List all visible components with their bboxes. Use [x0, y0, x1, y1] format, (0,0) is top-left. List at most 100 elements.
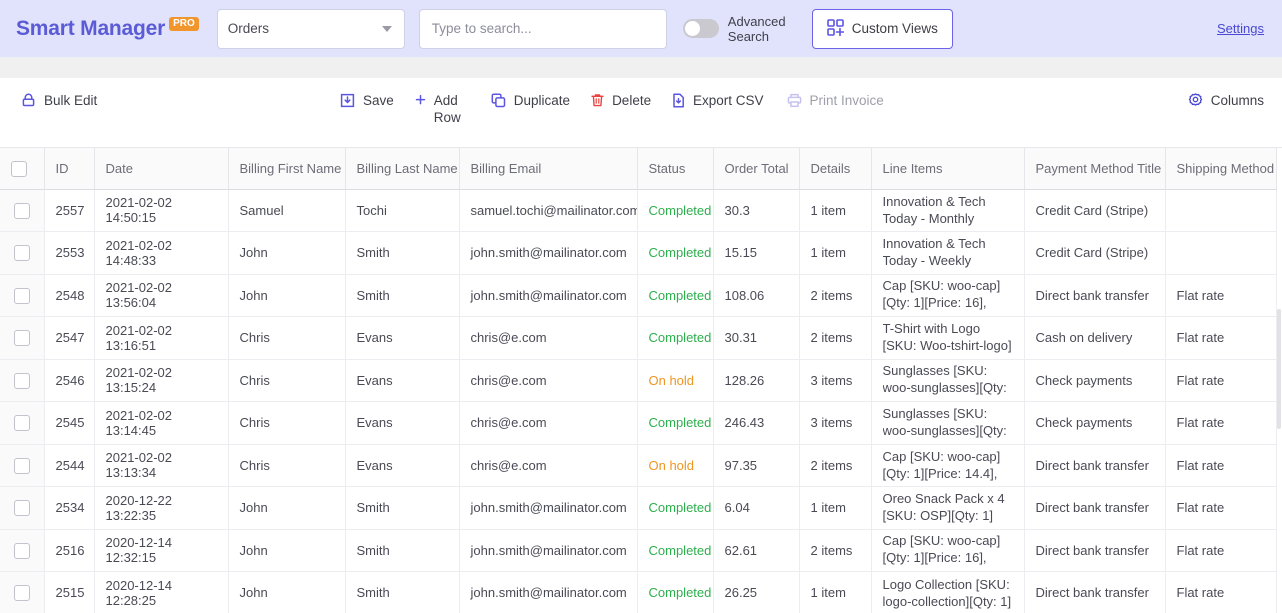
duplicate-button[interactable]: Duplicate: [490, 92, 570, 113]
cell-last-name[interactable]: Evans: [345, 316, 460, 360]
cell-line-items[interactable]: T-Shirt with Logo [SKU: Woo-tshirt-logo]…: [871, 316, 1025, 360]
column-header-details[interactable]: Details: [799, 148, 872, 190]
table-row[interactable]: 2544 2021-02-02 13:13:34 Chris Evans chris@e…: [0, 444, 1277, 487]
row-checkbox[interactable]: [13, 202, 30, 219]
delete-button[interactable]: Delete: [590, 92, 651, 113]
cell-id[interactable]: 2544: [44, 444, 95, 487]
cell-shipping-method[interactable]: Flat rate: [1165, 571, 1277, 613]
cell-id[interactable]: 2545: [44, 401, 95, 445]
cell-email[interactable]: john.smith@mailinator.com: [459, 529, 638, 572]
column-header-date[interactable]: Date: [94, 148, 229, 190]
cell-shipping-method[interactable]: Flat rate: [1165, 529, 1277, 572]
table-row[interactable]: 2534 2020-12-22 13:22:35 John Smith john.smi…: [0, 486, 1277, 530]
cell-first-name[interactable]: Samuel: [228, 189, 346, 232]
column-header-status[interactable]: Status: [637, 148, 714, 190]
cell-details[interactable]: 1 item: [799, 486, 872, 530]
column-header-order-total[interactable]: Order Total: [713, 148, 800, 190]
cell-status[interactable]: Completed: [637, 529, 714, 572]
cell-details[interactable]: 3 items: [799, 359, 872, 402]
cell-date[interactable]: 2020-12-22 13:22:35: [94, 486, 229, 530]
cell-date[interactable]: 2021-02-02 13:15:24: [94, 359, 229, 402]
table-row[interactable]: 2557 2021-02-02 14:50:15 Samuel Tochi samuel…: [0, 189, 1277, 232]
cell-shipping-method[interactable]: [1165, 231, 1277, 275]
cell-first-name[interactable]: Chris: [228, 444, 346, 487]
cell-last-name[interactable]: Smith: [345, 529, 460, 572]
cell-last-name[interactable]: Tochi: [345, 189, 460, 232]
row-select-cell[interactable]: [0, 359, 45, 402]
cell-order-total[interactable]: 30.31: [713, 316, 800, 360]
bulk-edit-button[interactable]: Bulk Edit: [20, 92, 97, 113]
columns-button[interactable]: Columns: [1187, 92, 1264, 113]
cell-status[interactable]: Completed: [637, 316, 714, 360]
column-header-id[interactable]: ID: [44, 148, 95, 190]
row-select-cell[interactable]: [0, 231, 45, 275]
cell-status[interactable]: Completed: [637, 401, 714, 445]
cell-order-total[interactable]: 97.35: [713, 444, 800, 487]
row-checkbox[interactable]: [13, 542, 30, 559]
cell-first-name[interactable]: John: [228, 486, 346, 530]
cell-order-total[interactable]: 108.06: [713, 274, 800, 317]
cell-shipping-method[interactable]: Flat rate: [1165, 359, 1277, 402]
cell-date[interactable]: 2021-02-02 13:56:04: [94, 274, 229, 317]
row-select-cell[interactable]: [0, 316, 45, 360]
cell-payment-method[interactable]: Check payments: [1024, 401, 1166, 445]
cell-email[interactable]: john.smith@mailinator.com: [459, 486, 638, 530]
cell-payment-method[interactable]: Credit Card (Stripe): [1024, 189, 1166, 232]
cell-id[interactable]: 2547: [44, 316, 95, 360]
cell-shipping-method[interactable]: Flat rate: [1165, 274, 1277, 317]
cell-line-items[interactable]: Cap [SKU: woo-cap][Qty: 1][Price: 14.4],: [871, 444, 1025, 487]
cell-first-name[interactable]: Chris: [228, 401, 346, 445]
cell-id[interactable]: 2548: [44, 274, 95, 317]
cell-last-name[interactable]: Smith: [345, 274, 460, 317]
cell-order-total[interactable]: 62.61: [713, 529, 800, 572]
cell-email[interactable]: chris@e.com: [459, 316, 638, 360]
table-row[interactable]: 2547 2021-02-02 13:16:51 Chris Evans chris@e…: [0, 316, 1277, 360]
cell-id[interactable]: 2553: [44, 231, 95, 275]
settings-link[interactable]: Settings: [1217, 21, 1264, 36]
cell-id[interactable]: 2557: [44, 189, 95, 232]
cell-first-name[interactable]: John: [228, 274, 346, 317]
cell-id[interactable]: 2515: [44, 571, 95, 613]
cell-details[interactable]: 3 items: [799, 401, 872, 445]
row-select-cell[interactable]: [0, 444, 45, 487]
cell-status[interactable]: Completed: [637, 486, 714, 530]
cell-first-name[interactable]: Chris: [228, 316, 346, 360]
cell-date[interactable]: 2021-02-02 13:13:34: [94, 444, 229, 487]
cell-id[interactable]: 2546: [44, 359, 95, 402]
cell-id[interactable]: 2516: [44, 529, 95, 572]
cell-line-items[interactable]: Innovation & Tech Today - Monthly: [871, 189, 1025, 232]
cell-email[interactable]: samuel.tochi@mailinator.com: [459, 189, 638, 232]
cell-last-name[interactable]: Evans: [345, 359, 460, 402]
cell-last-name[interactable]: Smith: [345, 231, 460, 275]
cell-line-items[interactable]: Cap [SKU: woo-cap][Qty: 1][Price: 16], S…: [871, 529, 1025, 572]
toggle-track[interactable]: [682, 19, 719, 38]
cell-last-name[interactable]: Smith: [345, 571, 460, 613]
row-checkbox[interactable]: [13, 415, 30, 432]
cell-payment-method[interactable]: Direct bank transfer: [1024, 571, 1166, 613]
cell-date[interactable]: 2021-02-02 13:14:45: [94, 401, 229, 445]
cell-date[interactable]: 2020-12-14 12:28:25: [94, 571, 229, 613]
column-header-payment[interactable]: Payment Method Title: [1024, 148, 1166, 190]
cell-date[interactable]: 2020-12-14 12:32:15: [94, 529, 229, 572]
cell-email[interactable]: john.smith@mailinator.com: [459, 571, 638, 613]
cell-shipping-method[interactable]: [1165, 189, 1277, 232]
search-input[interactable]: [418, 8, 667, 49]
cell-date[interactable]: 2021-02-02 14:50:15: [94, 189, 229, 232]
cell-status[interactable]: Completed: [637, 274, 714, 317]
cell-line-items[interactable]: Sunglasses [SKU: woo-sunglasses][Qty: 3]…: [871, 401, 1025, 445]
column-header-email[interactable]: Billing Email: [459, 148, 638, 190]
cell-payment-method[interactable]: Direct bank transfer: [1024, 529, 1166, 572]
row-select-cell[interactable]: [0, 274, 45, 317]
export-csv-button[interactable]: Export CSV: [671, 92, 764, 113]
row-checkbox[interactable]: [13, 457, 30, 474]
table-row[interactable]: 2553 2021-02-02 14:48:33 John Smith john.smi…: [0, 231, 1277, 275]
cell-payment-method[interactable]: Direct bank transfer: [1024, 274, 1166, 317]
column-header-shipping[interactable]: Shipping Method: [1165, 148, 1277, 190]
cell-line-items[interactable]: Cap [SKU: woo-cap][Qty: 1][Price: 16], S…: [871, 274, 1025, 317]
cell-shipping-method[interactable]: Flat rate: [1165, 316, 1277, 360]
row-select-cell[interactable]: [0, 401, 45, 445]
cell-status[interactable]: Completed: [637, 231, 714, 275]
row-select-cell[interactable]: [0, 571, 45, 613]
cell-order-total[interactable]: 246.43: [713, 401, 800, 445]
cell-status[interactable]: Completed: [637, 571, 714, 613]
